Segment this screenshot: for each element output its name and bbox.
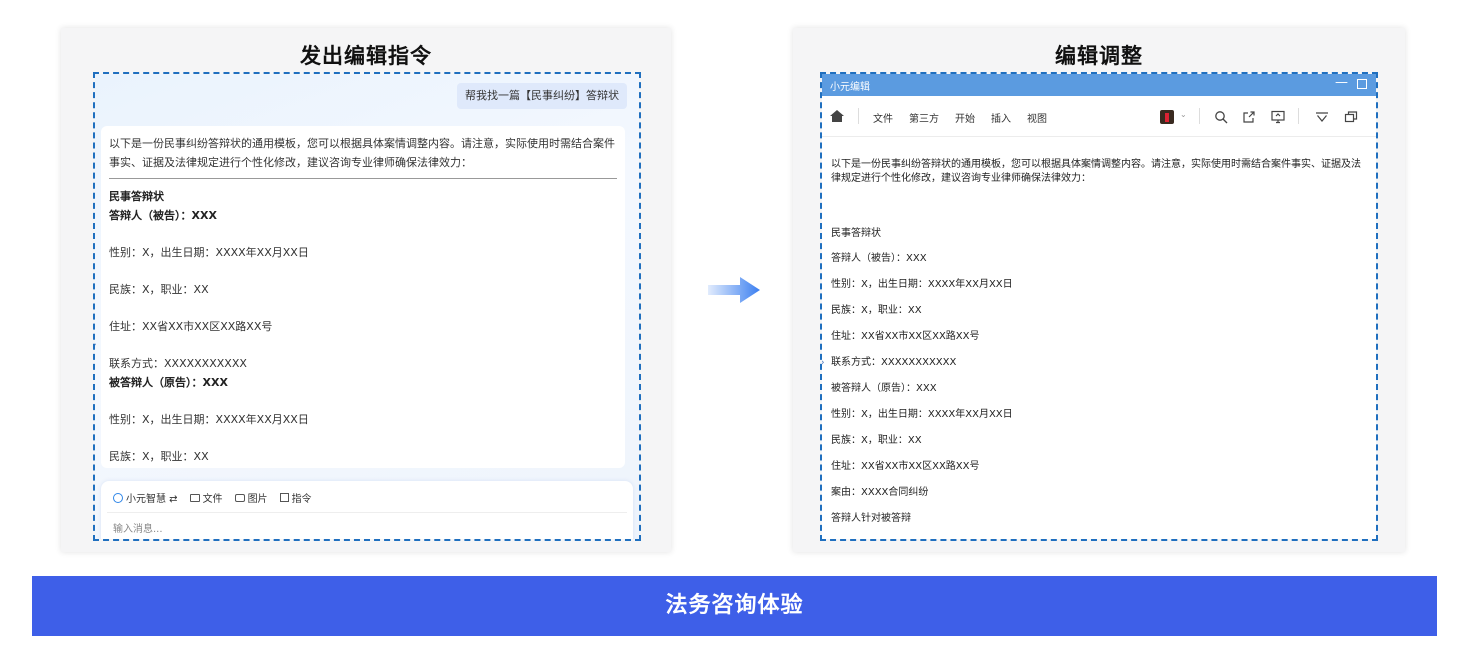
toolbar-separator [1298,108,1299,124]
doc-line: 答辩人（被告）：XXX [831,253,927,264]
doc-line: 住址：XX省XX市XX区XX路XX号 [831,461,980,472]
editor-window: 小元编辑 — 文件 第三方 开始 插入 视图 ⌄ 以下是一份民事纠纷答辩状的通用… [820,72,1378,541]
doc-line: 民族：X，职业：XX [831,305,922,316]
message-input[interactable] [113,521,613,537]
present-icon[interactable] [1271,109,1285,124]
contact-line: 联系方式：XXXXXXXXXXX [109,357,247,370]
doc-line: 答辩人针对被答辩 [831,513,911,524]
editor-toolbar: 文件 第三方 开始 插入 视图 ⌄ [822,96,1376,137]
reply-divider [109,178,617,179]
message-composer: 小元智慧 ⇄ 文件 图片 指令 [101,481,633,539]
menu-third-party[interactable]: 第三方 [909,110,939,125]
editor-titlebar: 小元编辑 — [822,74,1376,96]
menu-start[interactable]: 开始 [955,110,975,125]
image-label: 图片 [247,494,268,505]
reply-document: 民事答辩状 答辩人（被告）：XXX 性别：X，出生日期：XXXX年XX月XX日 … [109,187,617,466]
maximize-icon[interactable] [1357,79,1367,89]
smart-icon [113,492,123,503]
doc-line: 住址：XX省XX市XX区XX路XX号 [831,331,980,342]
collapse-chevron-icon[interactable]: › [95,337,97,351]
gender-birth-line-2: 性别：X，出生日期：XXXX年XX月XX日 [109,413,309,426]
home-icon[interactable] [830,110,844,122]
doc-line: 被答辩人（原告）：XXX [831,383,937,394]
smart-mode-button[interactable]: 小元智慧 ⇄ [113,490,178,505]
window-mode-icon[interactable] [1344,109,1358,123]
plaintiff-line: 被答辩人（原告）：XXX [109,376,228,389]
composer-divider [107,512,627,513]
command-icon [279,493,289,502]
editor-document[interactable]: 以下是一份民事纠纷答辩状的通用模板，您可以根据具体案情调整内容。请注意，实际使用… [822,137,1376,539]
doc-title: 民事答辩状 [109,190,164,203]
toolbar-separator [858,108,859,124]
command-label: 指令 [291,494,312,505]
menu-view[interactable]: 视图 [1027,110,1047,125]
file-label: 文件 [202,494,223,505]
toolbar-separator [1199,108,1200,124]
user-message-bubble: 帮我找一篇【民事纠纷】答辩状 [457,83,627,109]
editor-panel-title: 编辑调整 [1055,44,1143,68]
menu-file[interactable]: 文件 [873,110,893,125]
reply-intro: 以下是一份民事纠纷答辩状的通用模板，您可以根据具体案情调整内容。请注意，实际使用… [109,137,615,169]
image-icon [234,493,245,502]
menu-insert[interactable]: 插入 [991,110,1011,125]
footer-banner: 法务咨询体验 [32,576,1437,636]
composer-toolbar: 小元智慧 ⇄ 文件 图片 指令 [113,490,312,505]
editor-menu: 文件 第三方 开始 插入 视图 [873,110,1047,125]
ethnicity-job-line: 民族：X，职业：XX [109,283,209,296]
folder-icon [189,493,200,502]
editor-window-title: 小元编辑 [830,82,870,93]
image-button[interactable]: 图片 [234,490,268,505]
doc-line: 联系方式：XXXXXXXXXXX [831,357,957,368]
respondent-line: 答辩人（被告）：XXX [109,209,217,222]
smart-mode-label: 小元智慧 ⇄ [126,494,178,505]
chat-panel-title: 发出编辑指令 [300,44,432,68]
doc-line: 性别：X，出生日期：XXXX年XX月XX日 [831,409,1013,420]
share-icon[interactable] [1242,109,1256,123]
gender-birth-line: 性别：X，出生日期：XXXX年XX月XX日 [109,246,309,259]
ethnicity-job-line-2: 民族：X，职业：XX [109,450,209,463]
doc-title: 民事答辩状 [831,228,881,239]
doc-line: 民族：X，职业：XX [831,435,922,446]
editor-panel: 编辑调整 小元编辑 — 文件 第三方 开始 插入 视图 ⌄ 以下是一份民事纠纷答… [793,28,1405,552]
side-chevron-icon[interactable]: › [822,355,825,369]
collapse-ribbon-icon[interactable] [1315,109,1329,123]
assistant-reply-card: 以下是一份民事纠纷答辩状的通用模板，您可以根据具体案情调整内容。请注意，实际使用… [101,126,625,468]
file-button[interactable]: 文件 [189,490,223,505]
doc-intro: 以下是一份民事纠纷答辩状的通用模板，您可以根据具体案情调整内容。请注意，实际使用… [831,159,1361,184]
chat-panel: 发出编辑指令 帮我找一篇【民事纠纷】答辩状 以下是一份民事纠纷答辩状的通用模板，… [61,28,671,552]
chevron-down-icon[interactable]: ⌄ [1180,110,1187,119]
chat-window: 帮我找一篇【民事纠纷】答辩状 以下是一份民事纠纷答辩状的通用模板，您可以根据具体… [93,72,641,541]
avatar[interactable] [1160,110,1174,124]
address-line: 住址：XX省XX市XX区XX路XX号 [109,320,273,333]
search-icon[interactable] [1214,109,1228,124]
command-button[interactable]: 指令 [279,490,312,505]
doc-line: 案由：XXXX合同纠纷 [831,487,929,498]
doc-line: 性别：X，出生日期：XXXX年XX月XX日 [831,279,1013,290]
flow-arrow-icon [708,277,760,303]
minimize-icon[interactable]: — [1335,75,1348,90]
